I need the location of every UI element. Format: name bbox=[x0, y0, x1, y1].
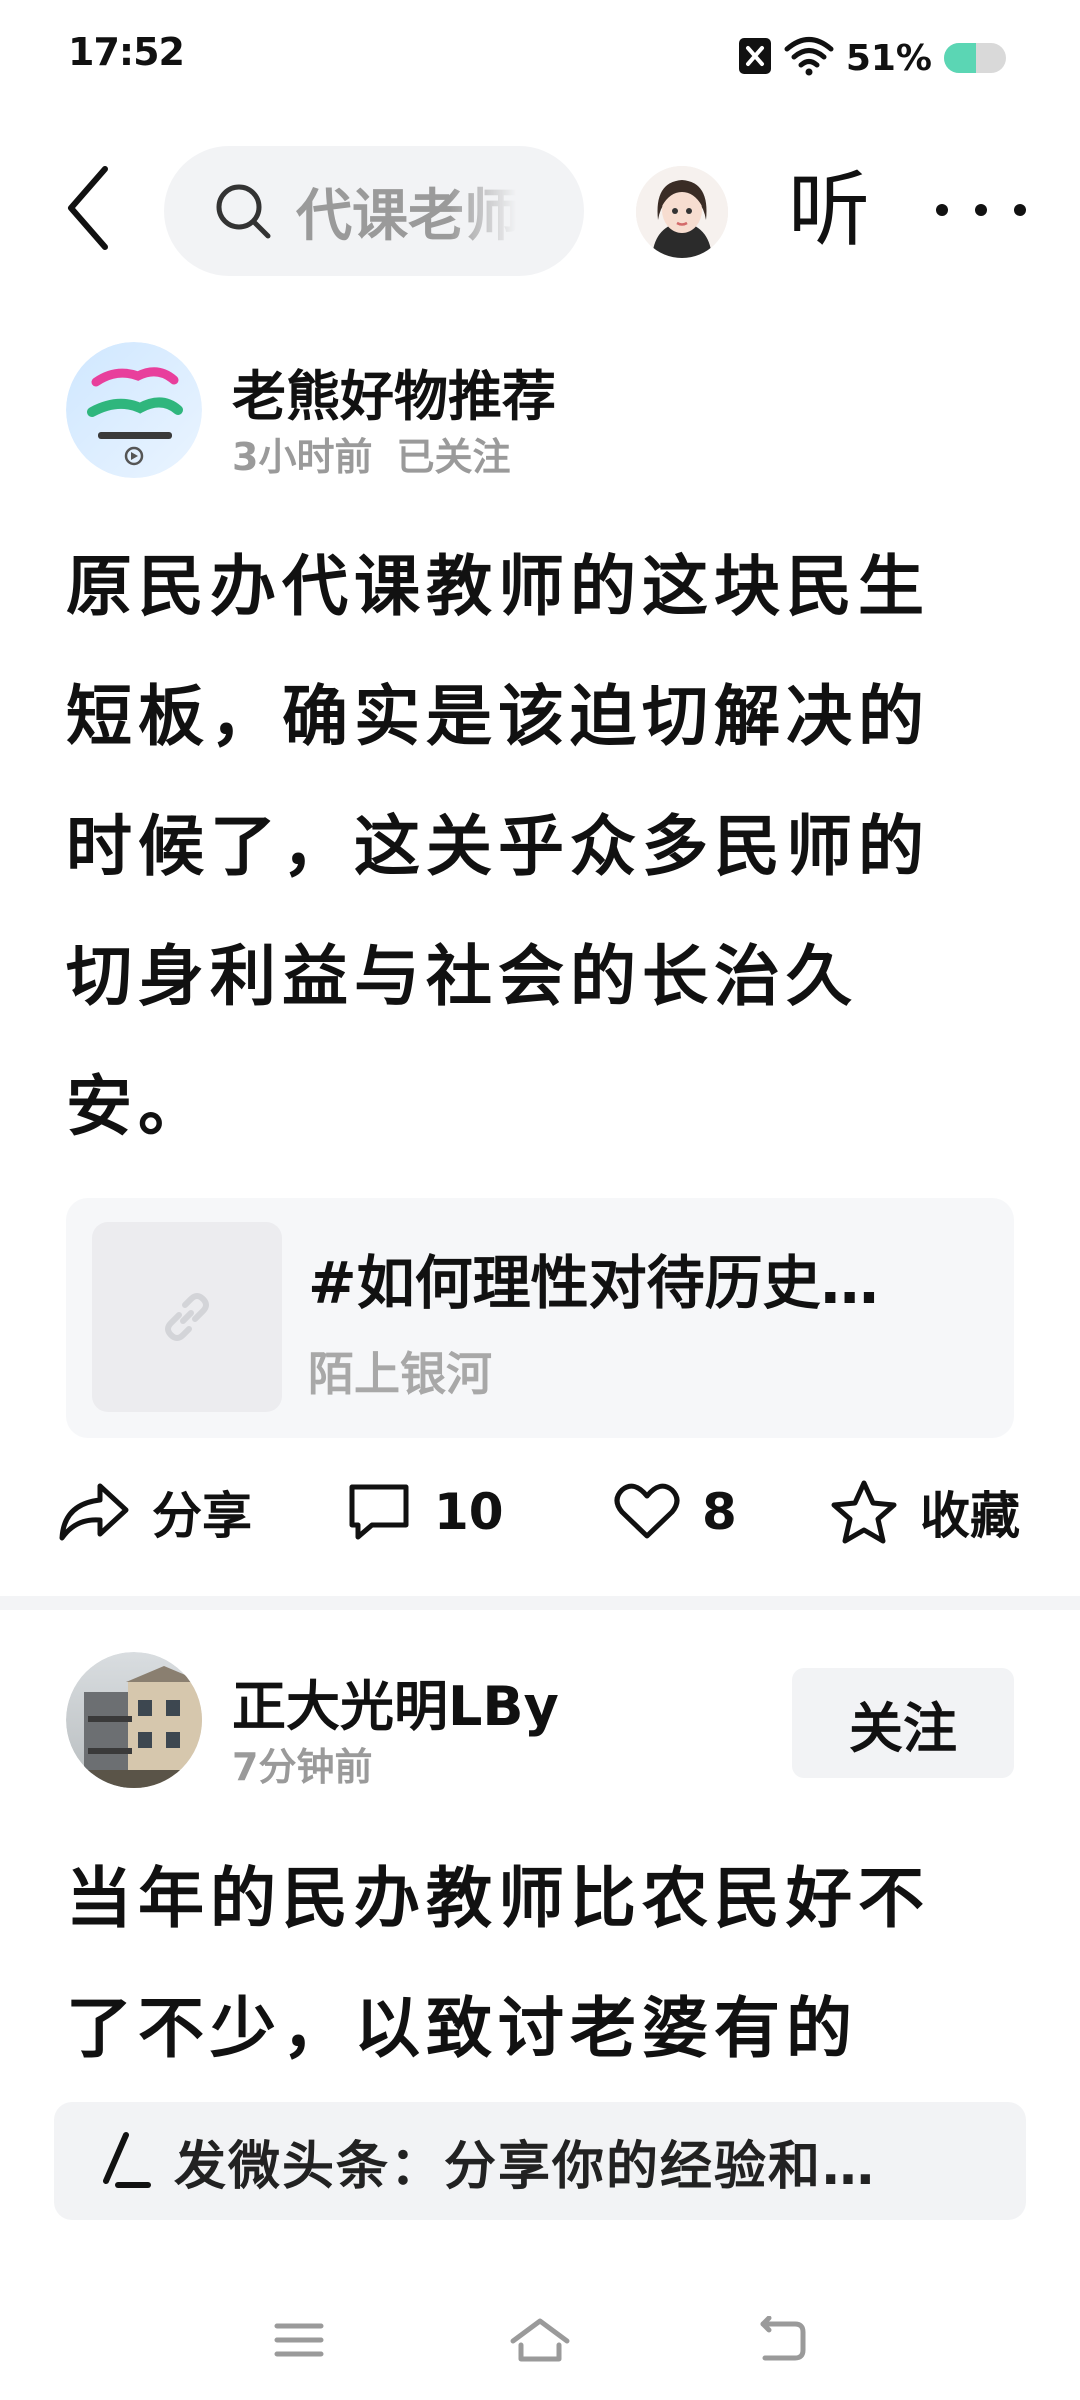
comment-button[interactable]: 10 bbox=[346, 1462, 504, 1562]
status-bar: 17:52 51% bbox=[0, 0, 1080, 118]
author-avatar[interactable] bbox=[66, 1652, 202, 1788]
author-name[interactable]: 正大光明LBy bbox=[232, 1662, 559, 1741]
battery-level bbox=[944, 43, 976, 73]
share-button[interactable]: 分享 bbox=[56, 1462, 252, 1562]
like-count: 8 bbox=[702, 1483, 737, 1541]
post-time: 3小时前 bbox=[232, 435, 373, 479]
comment-icon bbox=[349, 1484, 409, 1540]
post-text-line: 时候了，这关乎众多民师的 bbox=[66, 808, 930, 885]
search-query: 代课老师 bbox=[296, 183, 516, 249]
menu-icon bbox=[274, 2323, 324, 2357]
status-icons: 51% bbox=[738, 34, 1006, 82]
search-bar[interactable]: 代课老师 bbox=[164, 146, 584, 276]
post-text-line: 了不少，以致讨老婆有的 bbox=[66, 1990, 858, 2067]
listen-button[interactable]: 听 bbox=[788, 156, 870, 266]
post-text-line: 切身利益与社会的长治久 bbox=[66, 938, 858, 1015]
feed-divider bbox=[0, 1596, 1080, 1610]
pen-icon bbox=[103, 2132, 151, 2188]
more-icon-dot bbox=[1014, 204, 1026, 216]
post-action-bar: 分享 10 8 收藏 bbox=[0, 1462, 1080, 1562]
composer-placeholder: 发微头条：分享你的经验和… bbox=[174, 2136, 877, 2197]
post-body[interactable]: 当年的民办教师比农民好不 了不少，以致讨老婆有的 bbox=[66, 1834, 1026, 2094]
like-button[interactable]: 8 bbox=[614, 1462, 737, 1562]
link-title: #如何理性对待历史… bbox=[308, 1249, 879, 1317]
link-subtitle: 陌上银河 bbox=[308, 1347, 492, 1401]
more-icon-dot bbox=[936, 204, 948, 216]
post-text-line: 当年的民办教师比农民好不 bbox=[66, 1860, 930, 1937]
follow-status: 已关注 bbox=[396, 435, 511, 479]
back-arrow-icon bbox=[68, 166, 108, 250]
menu-button[interactable] bbox=[264, 2310, 334, 2370]
more-icon-dot bbox=[975, 204, 987, 216]
post-meta: 3小时前 已关注 bbox=[232, 426, 510, 481]
share-label: 分享 bbox=[152, 1487, 252, 1545]
star-icon bbox=[831, 1480, 897, 1544]
favorite-button[interactable]: 收藏 bbox=[830, 1462, 1020, 1562]
back-button[interactable] bbox=[48, 158, 128, 258]
battery-percent: 51% bbox=[845, 37, 932, 79]
wifi-icon bbox=[784, 36, 834, 80]
post-time: 7分钟前 bbox=[232, 1745, 373, 1789]
author-name[interactable]: 老熊好物推荐 bbox=[232, 352, 556, 431]
top-nav: 代课老师 听 bbox=[0, 130, 1080, 290]
back-icon bbox=[760, 2316, 806, 2361]
more-button[interactable] bbox=[936, 170, 1026, 250]
share-icon bbox=[59, 1483, 129, 1541]
sim-off-icon bbox=[738, 36, 772, 80]
link-icon bbox=[165, 1293, 209, 1341]
post-text-line: 原民办代课教师的这块民生 bbox=[66, 548, 930, 625]
post-text-line: 安。 bbox=[66, 1068, 210, 1145]
system-nav-bar bbox=[0, 2290, 1080, 2390]
follow-button[interactable]: 关注 bbox=[792, 1668, 1014, 1778]
battery-icon bbox=[944, 43, 1006, 73]
comment-count: 10 bbox=[434, 1483, 504, 1541]
favorite-label: 收藏 bbox=[920, 1487, 1020, 1545]
system-back-button[interactable] bbox=[746, 2310, 816, 2370]
home-icon bbox=[510, 2318, 570, 2362]
search-icon bbox=[216, 184, 271, 239]
link-card[interactable]: #如何理性对待历史… 陌上银河 bbox=[66, 1198, 1014, 1438]
post-author-row: 老熊好物推荐 3小时前 已关注 bbox=[66, 342, 1026, 492]
author-avatar[interactable] bbox=[66, 342, 202, 478]
heart-icon bbox=[614, 1483, 680, 1539]
composer-bar[interactable]: 发微头条：分享你的经验和… bbox=[54, 2102, 1026, 2220]
link-thumbnail bbox=[92, 1222, 282, 1412]
post-text-line: 短板，确实是该迫切解决的 bbox=[66, 678, 930, 755]
post-meta: 7分钟前 bbox=[232, 1736, 372, 1791]
post-body[interactable]: 原民办代课教师的这块民生 短板，确实是该迫切解决的 时候了，这关乎众多民师的 切… bbox=[66, 522, 1026, 1172]
home-button[interactable] bbox=[505, 2310, 575, 2370]
status-time: 17:52 bbox=[68, 30, 185, 74]
user-avatar[interactable] bbox=[636, 166, 728, 258]
